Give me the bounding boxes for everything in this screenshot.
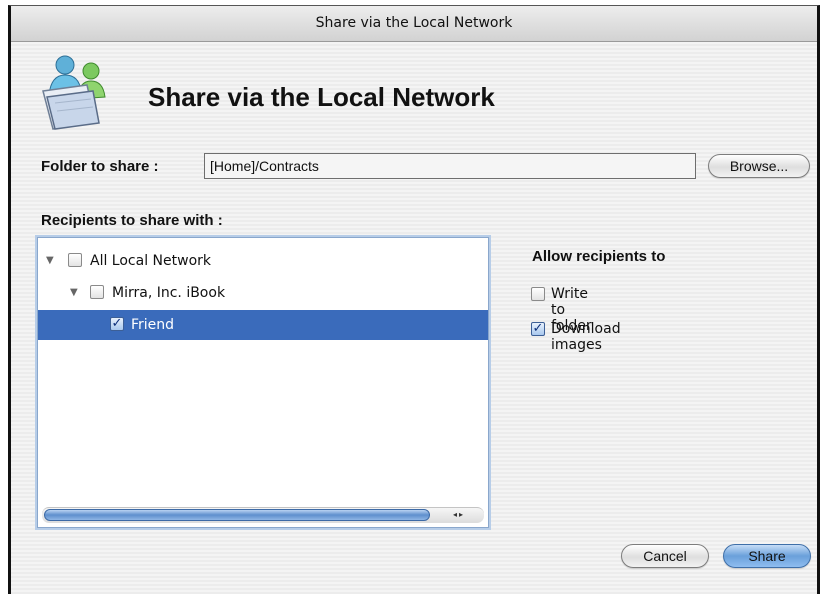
share-dialog-window: Share via the Local Network Share via th… — [8, 5, 820, 594]
tree-item-label: Mirra, Inc. iBook — [112, 285, 226, 301]
recipients-tree[interactable]: ▼ All Local Network ▼ Mirra, Inc. iBook … — [37, 237, 489, 528]
browse-button[interactable]: Browse... — [708, 154, 810, 178]
disclosure-triangle-icon[interactable]: ▼ — [70, 278, 78, 308]
permissions-title: Allow recipients to — [532, 248, 666, 265]
disclosure-triangle-icon[interactable]: ▼ — [46, 246, 54, 276]
tree-item-label: All Local Network — [90, 253, 211, 269]
horizontal-scrollbar[interactable]: ◂▸ — [42, 507, 484, 523]
dialog-heading: Share via the Local Network — [148, 82, 495, 112]
cancel-button[interactable]: Cancel — [621, 544, 709, 568]
checkbox-mirra-ibook[interactable] — [90, 285, 104, 299]
tree-item-label: Friend — [131, 317, 175, 333]
window-title: Share via the Local Network — [315, 15, 513, 31]
tree-row-friend[interactable]: ✓ Friend — [38, 310, 488, 340]
share-button[interactable]: Share — [723, 544, 811, 568]
folder-path-field[interactable]: [Home]/Contracts — [204, 153, 696, 179]
recipients-label: Recipients to share with : — [41, 212, 223, 229]
checkbox-friend[interactable]: ✓ — [110, 317, 124, 331]
checkbox-download-images[interactable]: ✓ — [531, 322, 545, 336]
window-titlebar[interactable]: Share via the Local Network — [11, 6, 817, 42]
checkbox-all-local-network[interactable] — [68, 253, 82, 267]
scrollbar-thumb[interactable] — [44, 509, 430, 521]
scroll-arrows-icon[interactable]: ◂▸ — [446, 509, 472, 521]
checkbox-write-to-folder[interactable] — [531, 287, 545, 301]
folder-label: Folder to share : — [41, 158, 159, 175]
tree-row-all-local-network[interactable]: ▼ All Local Network — [38, 246, 488, 276]
option-label: Download images — [551, 321, 621, 353]
shared-folder-people-icon — [35, 51, 117, 133]
tree-row-mirra-ibook[interactable]: ▼ Mirra, Inc. iBook — [38, 278, 488, 308]
